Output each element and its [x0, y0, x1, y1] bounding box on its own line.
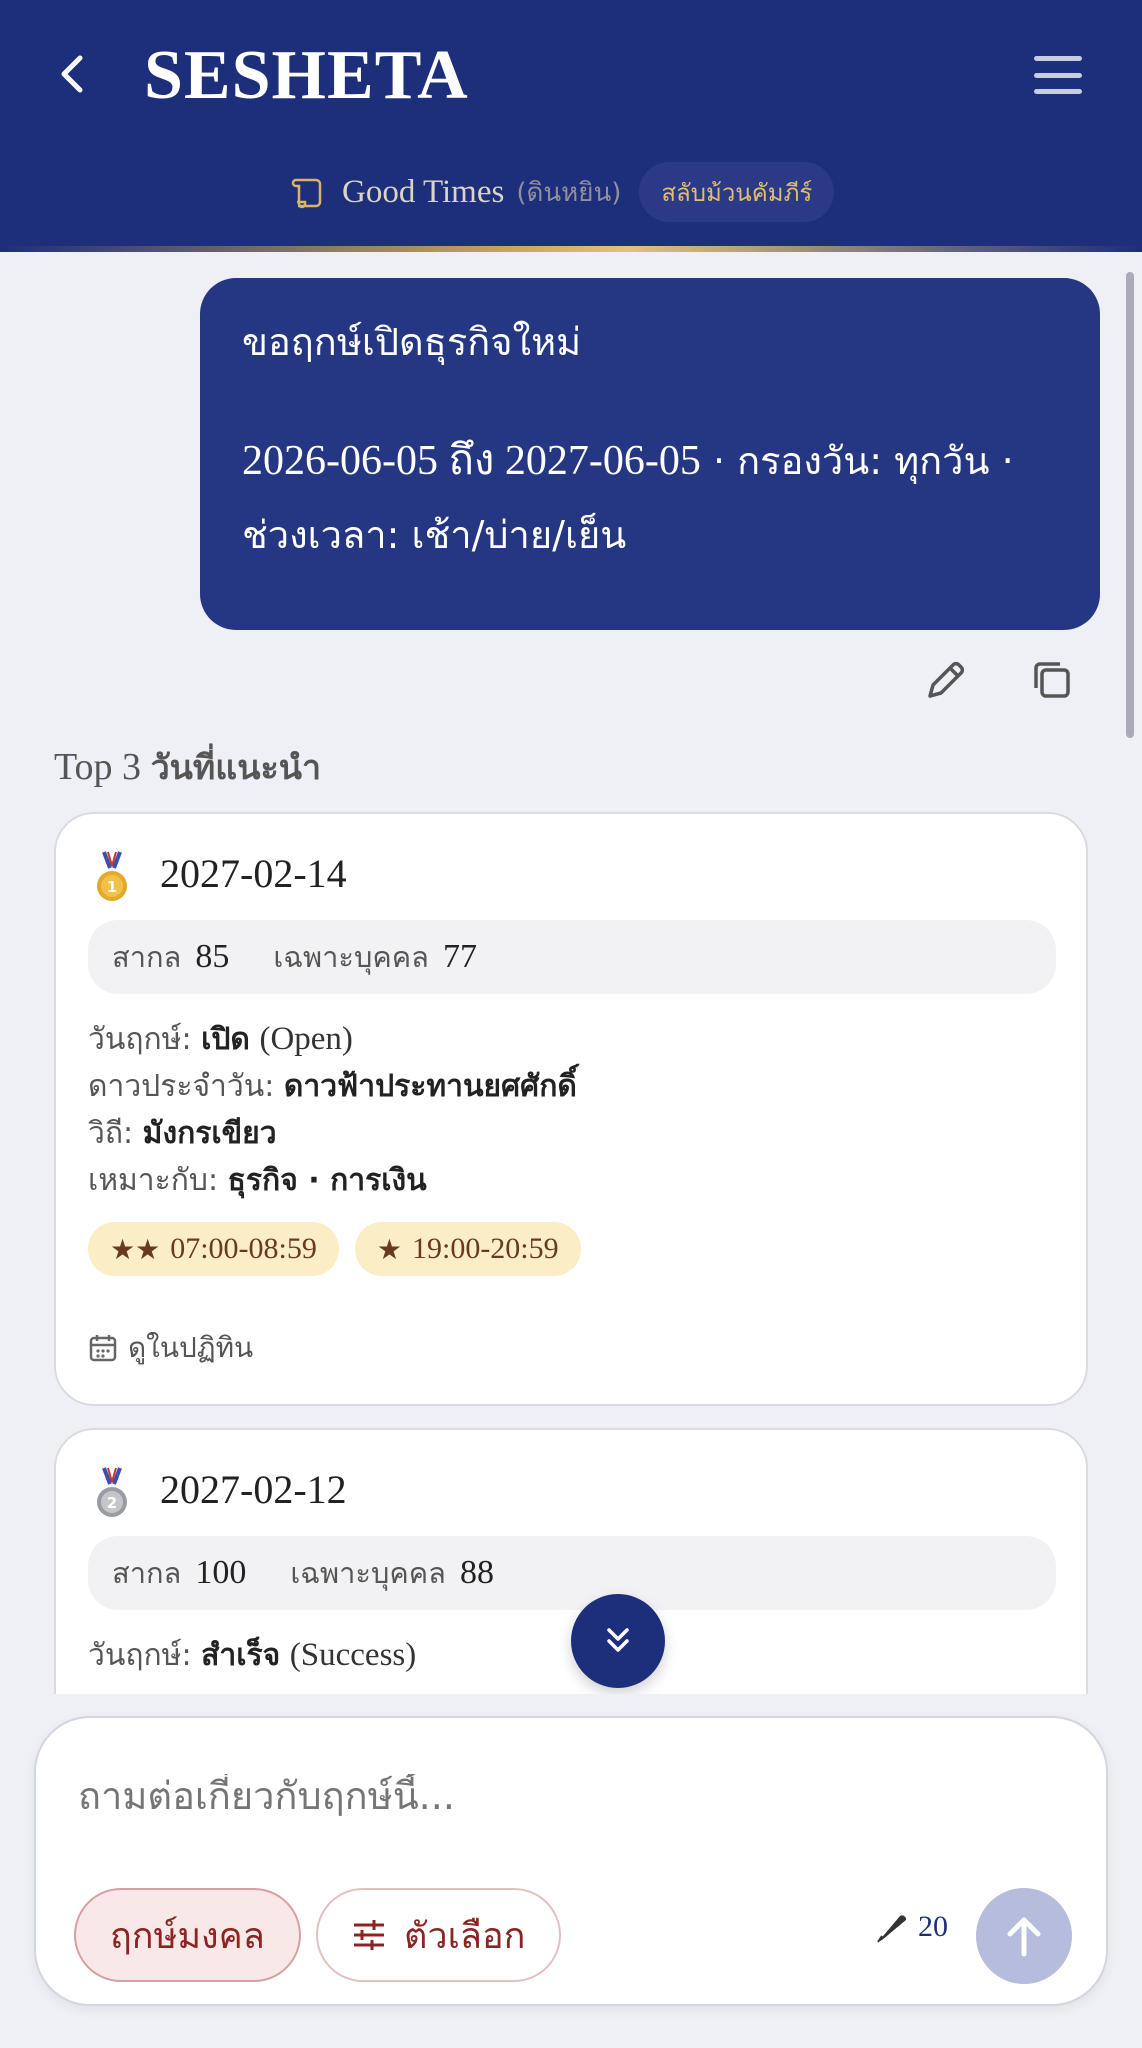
- universal-score-label: สากล: [112, 1556, 182, 1590]
- user-message-title: ขอฤกษ์เปิดธุรกิจใหม่: [242, 320, 582, 364]
- sliders-icon: [354, 1920, 384, 1950]
- follow-up-input[interactable]: [78, 1774, 1038, 1818]
- universal-score-label: สากล: [112, 940, 182, 974]
- copy-icon: [1034, 662, 1070, 698]
- time-slots: ★★ 07:00-08:59 ★ 19:00-20:59: [88, 1222, 581, 1276]
- composer: ฤกษ์มงคล ตัวเลือก 20: [34, 1716, 1108, 2006]
- result-details: วันฤกษ์: เปิด (Open) ดาวประจำวัน: ดาวฟ้า…: [88, 1016, 577, 1204]
- result-date: 2027-02-14: [160, 851, 347, 896]
- day-star: ดาวฟ้าประทานยศศักดิ์: [283, 1069, 577, 1104]
- arrow-up-icon: [1007, 1917, 1041, 1957]
- options-button[interactable]: ตัวเลือก: [316, 1888, 562, 1982]
- scroll-to-bottom-button[interactable]: [571, 1594, 665, 1688]
- suited-for: ธุรกิจ · การเงิน: [227, 1163, 427, 1198]
- result-card-1[interactable]: 1 2027-02-14 สากล 85 เฉพาะบุคคล 77 วันฤก…: [54, 812, 1088, 1406]
- auspicious-button[interactable]: ฤกษ์มงคล: [74, 1888, 301, 1982]
- personal-score: 77: [442, 938, 477, 975]
- calendar-icon: [89, 1335, 117, 1362]
- section-heading: วันที่แนะนำ: [150, 748, 322, 788]
- hamburger-menu-icon[interactable]: [1028, 50, 1088, 100]
- svg-text:1: 1: [107, 878, 117, 896]
- time-slot-chip[interactable]: ★ 19:00-20:59: [354, 1222, 581, 1276]
- day-path: มังกรเขียว: [142, 1116, 277, 1151]
- copy-message-button[interactable]: [1026, 654, 1078, 706]
- credit-counter: 20: [874, 1910, 948, 1944]
- back-chevron-icon: [61, 55, 83, 93]
- slot-rating: ★: [376, 1232, 402, 1266]
- universal-score: 100: [195, 1554, 247, 1591]
- gold-medal-icon: 1: [97, 851, 127, 901]
- slot-rating: ★★: [110, 1232, 161, 1266]
- day-type-row: วันฤกษ์: เปิด (Open): [88, 1021, 353, 1057]
- score-box: สากล 85 เฉพาะบุคคล 77: [88, 920, 1056, 994]
- suited-row: เหมาะกับ: ธุรกิจ · การเงิน: [88, 1163, 427, 1198]
- quill-icon: [877, 1915, 907, 1943]
- slot-time: 07:00-08:59: [170, 1232, 317, 1265]
- switch-scroll-button[interactable]: สลับม้วนคัมภีร์: [639, 162, 835, 222]
- result-date: 2027-02-12: [160, 1467, 347, 1512]
- user-message-details: 2026-06-05 ถึง 2027-06-05 · กรองวัน: ทุก…: [242, 424, 1058, 572]
- section-prefix: Top 3: [54, 746, 142, 788]
- day-type-en: (Open): [259, 1021, 353, 1057]
- slot-time: 19:00-20:59: [411, 1232, 559, 1265]
- star-row: ดาวประจำวัน: ดาวฟ้าประทานยศศักดิ์: [88, 1069, 577, 1104]
- scroll-name: Good Times: [342, 173, 505, 210]
- result-details: วันฤกษ์: สำเร็จ (Success): [88, 1632, 416, 1679]
- silver-medal-icon: 2: [97, 1467, 127, 1517]
- personal-score-label: เฉพาะบุคคล: [290, 1556, 446, 1590]
- app-header: SESHETA Good Times (ดินหยิน) สลับม้วนคัม…: [0, 0, 1142, 252]
- day-type-en: (Success): [289, 1637, 417, 1673]
- date-range: 2026-06-05 ถึง 2027-06-05: [242, 438, 701, 484]
- day-type: สำเร็จ: [201, 1638, 281, 1673]
- scroll-subtitle: (ดินหยิน): [516, 177, 622, 208]
- universal-score: 85: [195, 938, 230, 975]
- pencil-icon: [928, 661, 965, 698]
- current-scroll: Good Times (ดินหยิน) สลับม้วนคัมภีร์: [290, 160, 835, 224]
- header-gold-divider: [0, 246, 1142, 252]
- section-title: Top 3 วันที่แนะนำ: [54, 740, 321, 794]
- user-message-bubble: ขอฤกษ์เปิดธุรกิจใหม่ 2026-06-05 ถึง 2027…: [200, 278, 1100, 630]
- score-box: สากล 100 เฉพาะบุคคล 88: [88, 1536, 1056, 1610]
- time-slot-chip[interactable]: ★★ 07:00-08:59: [88, 1222, 339, 1276]
- personal-score: 88: [459, 1554, 494, 1591]
- scroll-icon: [291, 178, 322, 209]
- svg-text:2: 2: [107, 1494, 117, 1512]
- day-type-row: วันฤกษ์: สำเร็จ (Success): [88, 1637, 417, 1673]
- back-button[interactable]: [44, 46, 100, 102]
- path-row: วิถี: มังกรเขียว: [88, 1116, 277, 1151]
- double-chevron-down-icon: [607, 1628, 629, 1652]
- day-type: เปิด: [201, 1022, 250, 1057]
- scrollbar[interactable]: [1126, 272, 1134, 738]
- send-button[interactable]: [976, 1888, 1072, 1984]
- personal-score-label: เฉพาะบุคคล: [273, 940, 429, 974]
- view-in-calendar-link[interactable]: ดูในปฏิทิน: [88, 1326, 253, 1370]
- app-title: SESHETA: [144, 37, 469, 114]
- edit-message-button[interactable]: [920, 654, 972, 706]
